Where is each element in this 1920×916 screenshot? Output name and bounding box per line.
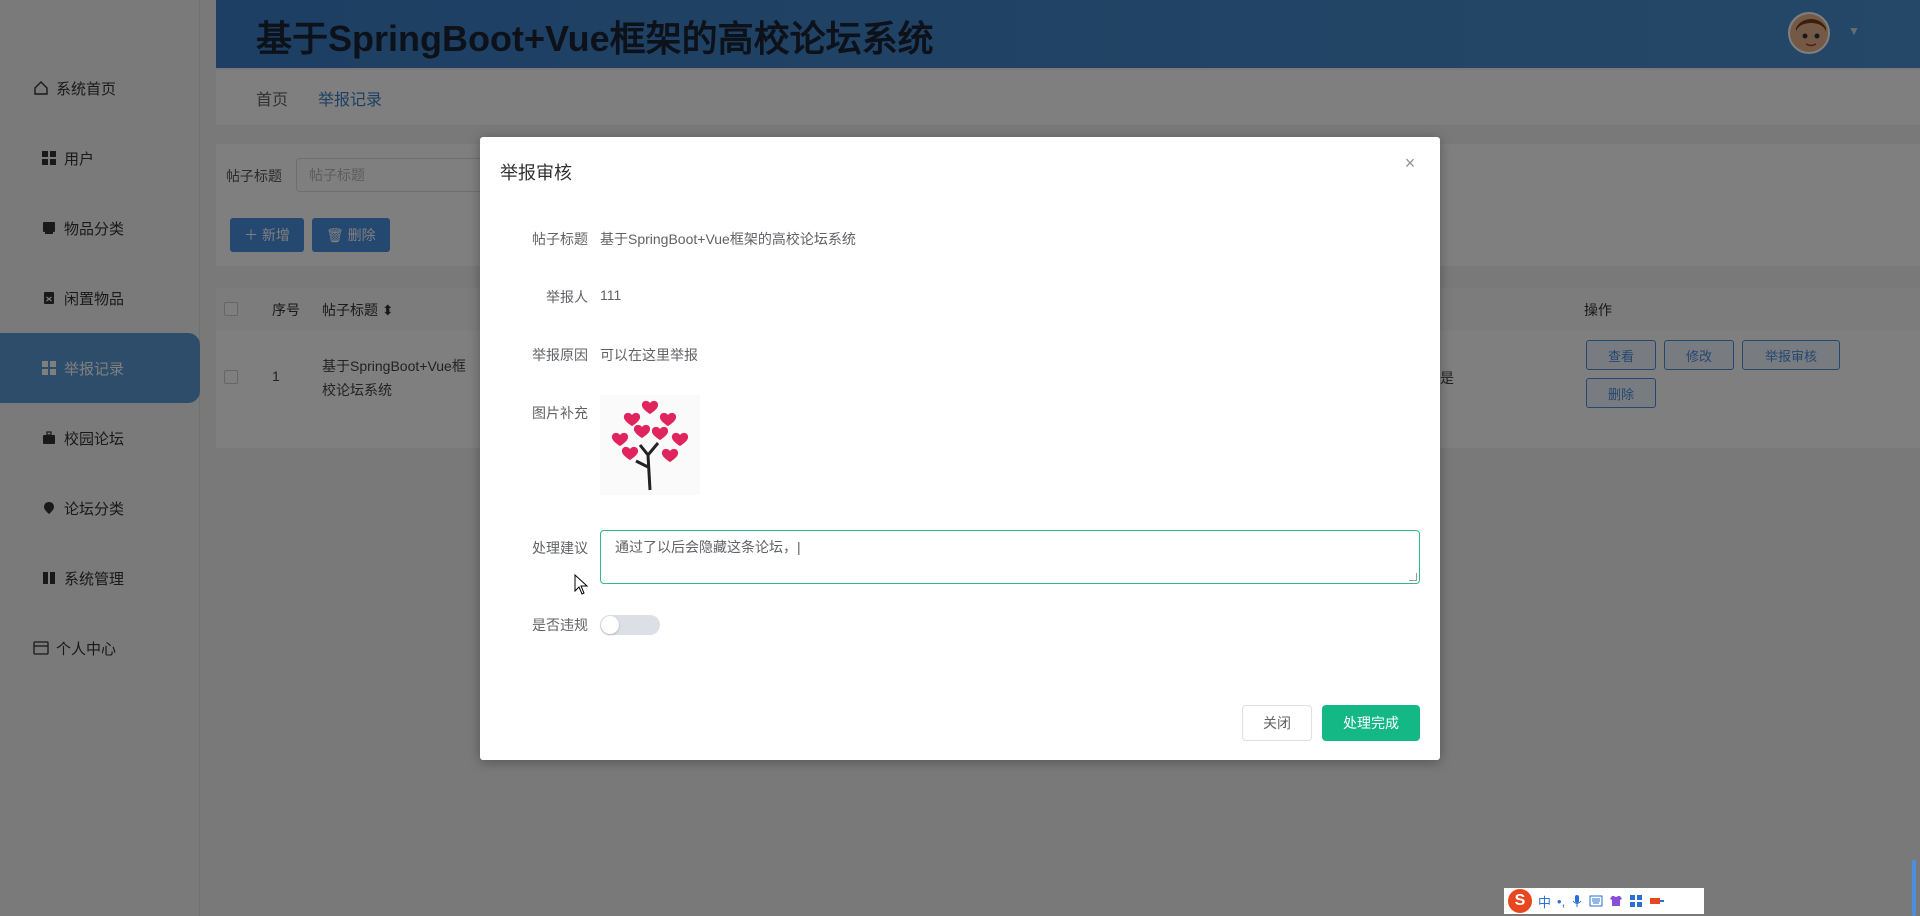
resize-handle-icon[interactable]: [1409, 573, 1417, 581]
close-button[interactable]: 关闭: [1242, 705, 1312, 741]
scrollbar[interactable]: [1912, 860, 1916, 916]
close-icon[interactable]: ×: [1402, 154, 1418, 172]
reason-value: 可以在这里举报: [600, 347, 698, 363]
ime-punct[interactable]: •,: [1557, 894, 1565, 909]
reason-label: 举报原因: [532, 347, 588, 363]
post-title-label: 帖子标题: [532, 231, 588, 247]
tool-icon[interactable]: [1649, 895, 1665, 907]
ime-toolbar: S 中 •,: [1504, 888, 1704, 914]
post-title-value: 基于SpringBoot+Vue框架的高校论坛系统: [600, 231, 856, 247]
suggestion-text: 通过了以后会隐藏这条论坛，|: [615, 539, 801, 555]
reporter-value: 111: [600, 287, 622, 303]
process-complete-button[interactable]: 处理完成: [1322, 705, 1420, 741]
report-image[interactable]: [600, 395, 700, 495]
apps-icon[interactable]: [1629, 894, 1643, 908]
shirt-icon[interactable]: [1609, 895, 1623, 907]
suggestion-label: 处理建议: [532, 540, 588, 556]
reporter-label: 举报人: [546, 289, 588, 305]
heart-tree-icon: [611, 400, 689, 491]
ime-lang[interactable]: 中: [1538, 892, 1551, 911]
image-label: 图片补充: [532, 405, 588, 421]
violation-toggle[interactable]: [600, 615, 660, 635]
sogou-logo-icon[interactable]: S: [1508, 889, 1532, 913]
mouse-cursor-icon: [574, 573, 590, 596]
mic-icon[interactable]: [1571, 894, 1583, 908]
dialog-title: 举报审核: [500, 163, 572, 183]
violation-label: 是否违规: [532, 617, 588, 633]
toggle-knob: [601, 616, 619, 634]
report-review-dialog: 举报审核 × 帖子标题 基于SpringBoot+Vue框架的高校论坛系统 举报…: [480, 137, 1440, 760]
suggestion-textarea[interactable]: 通过了以后会隐藏这条论坛，|: [600, 530, 1420, 584]
keyboard-icon[interactable]: [1589, 895, 1603, 907]
